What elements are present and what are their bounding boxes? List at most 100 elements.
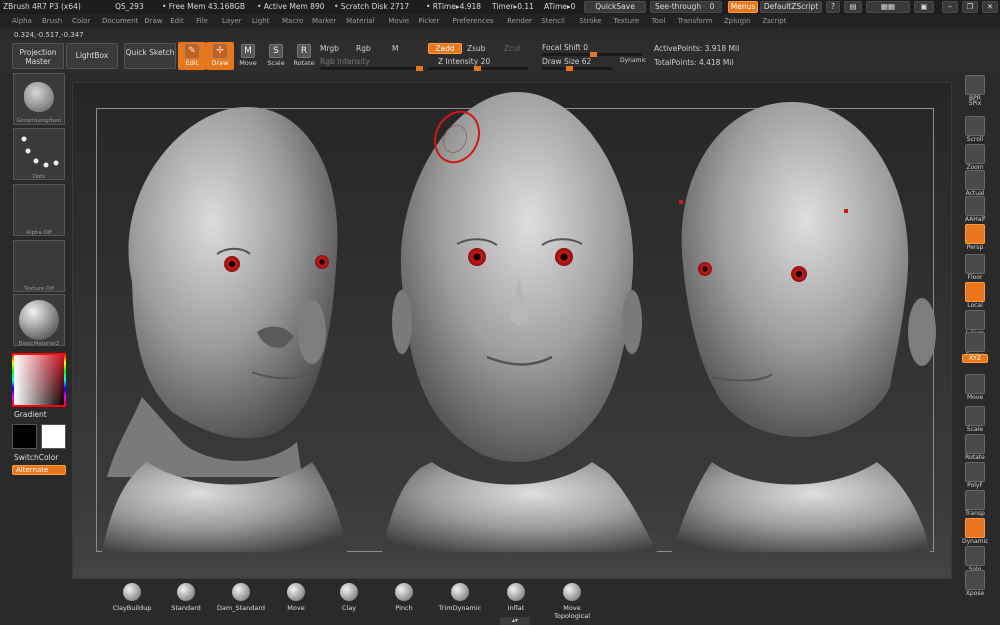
menu-edit[interactable]: Edit [170, 17, 184, 25]
menus-button[interactable]: Menus [728, 1, 758, 13]
m-button[interactable]: M [392, 44, 398, 53]
polyf-icon [965, 462, 985, 482]
gradient-button[interactable]: Gradient [14, 410, 47, 419]
close-icon[interactable]: ✕ [982, 1, 998, 13]
menu-texture[interactable]: Texture [614, 17, 640, 25]
local-button[interactable]: Local [962, 282, 988, 309]
solo-button[interactable]: Solo [962, 546, 988, 573]
floor-button[interactable]: Floor [962, 254, 988, 281]
default-zscript-button[interactable]: DefaultZScript [760, 1, 822, 13]
menu-transform[interactable]: Transform [678, 17, 713, 25]
menu-tool[interactable]: Tool [652, 17, 666, 25]
menu-color[interactable]: Color [72, 17, 90, 25]
z-intensity-track[interactable] [428, 66, 528, 71]
help-icon[interactable]: ? [826, 1, 840, 13]
menu-stencil[interactable]: Stencil [541, 17, 565, 25]
dynamic-button[interactable]: Dynamic [962, 518, 988, 545]
brush-move-topological[interactable]: Move Topological [546, 580, 598, 620]
lightbox-button[interactable]: LightBox [66, 43, 118, 69]
xyz-symmetry-button[interactable]: XYZ [962, 354, 988, 363]
texture-thumbnail[interactable] [13, 240, 65, 292]
mrgb-button[interactable]: Mrgb [320, 44, 339, 53]
rgb-button[interactable]: Rgb [356, 44, 371, 53]
scale-button[interactable]: Scale [962, 406, 988, 433]
sculpt-viewport[interactable] [72, 82, 952, 579]
alternate-button[interactable]: Alternate [12, 465, 66, 475]
menu-draw[interactable]: Draw [144, 17, 162, 25]
alpha-thumbnail[interactable] [13, 184, 65, 236]
minimize-icon[interactable]: – [942, 1, 958, 13]
menu-movie[interactable]: Movie [388, 17, 409, 25]
z-intensity-slider[interactable]: Z Intensity 20 [438, 57, 490, 66]
zsub-button[interactable]: Zsub [467, 44, 486, 53]
transp-button[interactable]: Transp [962, 490, 988, 517]
rotate-button[interactable]: Rotate [962, 434, 988, 461]
scale-button[interactable]: S Scale [262, 42, 290, 70]
menu-document[interactable]: Document [102, 17, 138, 25]
quicksave-button[interactable]: QuickSave [584, 1, 646, 13]
material-thumbnail[interactable] [13, 294, 65, 346]
polyf-button[interactable]: PolyF [962, 462, 988, 489]
move-button[interactable]: Move [962, 374, 988, 401]
aahalf-button[interactable]: AAHalf [962, 196, 988, 223]
transp-icon [965, 490, 985, 510]
brush-claybuildup[interactable]: ClayBuildup [106, 580, 158, 612]
rgb-intensity-track[interactable] [320, 66, 424, 71]
menu-alpha[interactable]: Alpha [12, 17, 32, 25]
menu-picker[interactable]: Picker [418, 17, 439, 25]
secondary-color-swatch[interactable] [41, 424, 66, 449]
palette-icon[interactable]: ▣ [914, 1, 934, 13]
brush-dam-standard[interactable]: Dam_Standard [215, 580, 267, 612]
focal-shift-track[interactable] [542, 52, 642, 57]
rgb-intensity-slider[interactable]: Rgb Intensity [320, 57, 370, 66]
menu-render[interactable]: Render [507, 17, 532, 25]
menu-layer[interactable]: Layer [222, 17, 242, 25]
actual-button[interactable]: Actual [962, 170, 988, 197]
see-through-slider[interactable]: See-through 0 [650, 1, 722, 13]
spix-button[interactable]: SPix [962, 100, 988, 107]
shelf-toggle-icon[interactable]: ▴▾ [500, 617, 530, 625]
edit-button[interactable]: ✎ Edit [178, 42, 206, 70]
menu-stroke[interactable]: Stroke [579, 17, 601, 25]
menu-material[interactable]: Material [346, 17, 374, 25]
brush-move[interactable]: Move [270, 580, 322, 612]
rotate-button[interactable]: R Rotate [290, 42, 318, 70]
projection-master-button[interactable]: Projection Master [12, 43, 64, 69]
persp-button[interactable]: Persp [962, 224, 988, 251]
scroll-button[interactable]: Scroll [962, 116, 988, 143]
brush-standard[interactable]: Standard [160, 580, 212, 612]
layout-presets-icon[interactable]: ▦▦ [866, 1, 910, 13]
move-button[interactable]: M Move [234, 42, 262, 70]
stroke-thumbnail[interactable] [13, 128, 65, 180]
focal-shift-slider[interactable]: Focal Shift 0 [542, 43, 588, 52]
layout-icon[interactable]: ▤ [844, 1, 862, 13]
main-color-swatch[interactable] [12, 424, 37, 449]
brush-inflat[interactable]: Inflat [490, 580, 542, 612]
zoom-button[interactable]: Zoom [962, 144, 988, 171]
menu-light[interactable]: Light [252, 17, 269, 25]
draw-size-slider[interactable]: Draw Size 62 [542, 57, 591, 66]
dynamic-button[interactable]: Dynamic [620, 57, 646, 64]
menu-brush[interactable]: Brush [42, 17, 62, 25]
xpose-button[interactable]: Xpose [962, 570, 988, 597]
draw-size-track[interactable] [542, 66, 612, 71]
menu-file[interactable]: File [196, 17, 208, 25]
menu-marker[interactable]: Marker [312, 17, 336, 25]
brush-clay[interactable]: Clay [323, 580, 375, 612]
switch-color-button[interactable]: SwitchColor [14, 453, 58, 462]
zadd-button[interactable]: Zadd [428, 43, 462, 54]
menu-macro[interactable]: Macro [282, 17, 303, 25]
rotate-icon: R [297, 44, 311, 58]
quick-sketch-button[interactable]: Quick Sketch [124, 43, 176, 69]
zcut-button[interactable]: Zcut [504, 44, 521, 53]
menu-zscript[interactable]: Zscript [762, 17, 786, 25]
color-picker[interactable] [12, 353, 66, 407]
menu-preferences[interactable]: Preferences [453, 17, 494, 25]
brush-label: Standard [171, 604, 201, 612]
menu-zplugin[interactable]: Zplugin [724, 17, 750, 25]
brush-trimdynamic[interactable]: TrimDynamic [434, 580, 486, 612]
bpr-button[interactable]: BPR [962, 75, 988, 102]
brush-pinch[interactable]: Pinch [378, 580, 430, 612]
restore-icon[interactable]: ❐ [962, 1, 978, 13]
draw-button[interactable]: ✢ Draw [206, 42, 234, 70]
